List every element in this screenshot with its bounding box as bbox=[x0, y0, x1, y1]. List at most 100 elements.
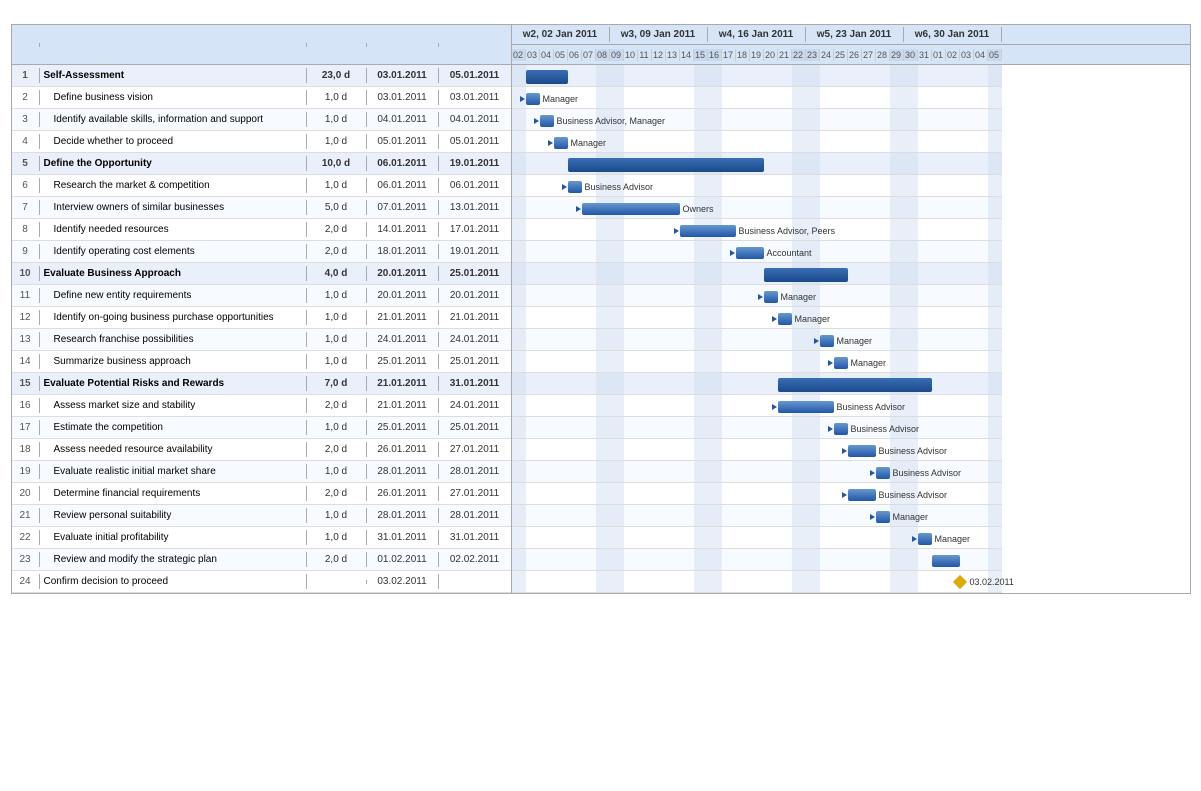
bar-label: Business Advisor, Peers bbox=[739, 226, 836, 236]
gantt-row bbox=[512, 549, 1002, 571]
day-label: 25 bbox=[834, 49, 848, 61]
table-row: 1Self-Assessment23,0 d03.01.201105.01.20… bbox=[12, 65, 511, 87]
task-num: 16 bbox=[12, 398, 40, 413]
table-row: 22Evaluate initial profitability1,0 d31.… bbox=[12, 527, 511, 549]
day-label: 11 bbox=[638, 49, 652, 61]
task-arrow bbox=[912, 536, 917, 542]
weekend-stripe bbox=[988, 131, 1002, 152]
task-bar bbox=[876, 511, 890, 523]
task-name: Decide whether to proceed bbox=[40, 134, 307, 149]
task-name: Review and modify the strategic plan bbox=[40, 552, 307, 567]
task-duration: 10,0 d bbox=[307, 156, 367, 171]
task-start: 05.01.2011 bbox=[367, 134, 439, 149]
weekend-stripe bbox=[708, 549, 722, 570]
task-name: Define new entity requirements bbox=[40, 288, 307, 303]
weekend-stripe bbox=[904, 153, 918, 174]
task-bar bbox=[820, 335, 834, 347]
week-header-row2: 0203040506070809101112131415161718192021… bbox=[512, 45, 1190, 65]
table-row: 10Evaluate Business Approach4,0 d20.01.2… bbox=[12, 263, 511, 285]
day-label: 04 bbox=[540, 49, 554, 61]
task-num: 10 bbox=[12, 266, 40, 281]
task-finish: 27.01.2011 bbox=[439, 486, 511, 501]
weekend-stripe bbox=[596, 461, 610, 482]
weekend-stripe bbox=[610, 263, 624, 284]
task-arrow bbox=[562, 184, 567, 190]
weekend-stripe bbox=[512, 219, 526, 240]
task-num: 11 bbox=[12, 288, 40, 303]
col-header-name bbox=[40, 43, 307, 47]
weekend-stripe bbox=[792, 527, 806, 548]
task-name: Self-Assessment bbox=[40, 68, 307, 83]
weekend-stripe bbox=[512, 109, 526, 130]
task-num: 7 bbox=[12, 200, 40, 215]
task-num: 13 bbox=[12, 332, 40, 347]
weekend-stripe bbox=[792, 197, 806, 218]
bar-label: Business Advisor bbox=[837, 402, 906, 412]
task-finish: 06.01.2011 bbox=[439, 178, 511, 193]
weekend-stripe bbox=[512, 241, 526, 262]
day-label: 18 bbox=[736, 49, 750, 61]
day-label: 02 bbox=[512, 49, 526, 61]
task-arrow bbox=[758, 294, 763, 300]
task-start: 26.01.2011 bbox=[367, 486, 439, 501]
weekend-stripe bbox=[512, 131, 526, 152]
weekend-stripe bbox=[890, 153, 904, 174]
gantt-row: Business Advisor bbox=[512, 483, 1002, 505]
task-duration: 1,0 d bbox=[307, 332, 367, 347]
weekend-stripe bbox=[890, 241, 904, 262]
bar-label: Manager bbox=[781, 292, 817, 302]
weekend-stripe bbox=[694, 571, 708, 592]
weekend-stripe bbox=[988, 153, 1002, 174]
day-label: 31 bbox=[918, 49, 932, 61]
task-num: 3 bbox=[12, 112, 40, 127]
bar-label: Accountant bbox=[767, 248, 812, 258]
task-name: Research franchise possibilities bbox=[40, 332, 307, 347]
weekend-stripe bbox=[512, 395, 526, 416]
weekend-stripe bbox=[792, 153, 806, 174]
weekend-stripe bbox=[694, 65, 708, 86]
weekend-stripe bbox=[988, 461, 1002, 482]
table-row: 12Identify on-going business purchase op… bbox=[12, 307, 511, 329]
weekend-stripe bbox=[596, 483, 610, 504]
weekend-stripe bbox=[694, 417, 708, 438]
task-num: 1 bbox=[12, 68, 40, 83]
weekend-stripe bbox=[792, 109, 806, 130]
weekend-stripe bbox=[988, 373, 1002, 394]
task-name: Interview owners of similar businesses bbox=[40, 200, 307, 215]
week-label: w2, 02 Jan 2011 bbox=[512, 27, 610, 42]
week-label: w4, 16 Jan 2011 bbox=[708, 27, 806, 42]
gantt-rows: ManagerBusiness Advisor, ManagerManagerB… bbox=[512, 65, 1190, 593]
task-start: 01.02.2011 bbox=[367, 552, 439, 567]
milestone-label: 03.02.2011 bbox=[970, 577, 1014, 587]
weekend-stripe bbox=[806, 549, 820, 570]
gantt-row: Manager bbox=[512, 87, 1002, 109]
task-num: 14 bbox=[12, 354, 40, 369]
task-name: Confirm decision to proceed bbox=[40, 574, 307, 589]
task-num: 20 bbox=[12, 486, 40, 501]
weekend-stripe bbox=[512, 549, 526, 570]
weekend-stripe bbox=[512, 329, 526, 350]
weekend-stripe bbox=[610, 219, 624, 240]
task-finish: 02.02.2011 bbox=[439, 552, 511, 567]
task-duration: 2,0 d bbox=[307, 486, 367, 501]
weekend-stripe bbox=[512, 439, 526, 460]
table-row: 3Identify available skills, information … bbox=[12, 109, 511, 131]
task-name: Evaluate initial profitability bbox=[40, 530, 307, 545]
weekend-stripe bbox=[708, 439, 722, 460]
task-num: 8 bbox=[12, 222, 40, 237]
weekend-stripe bbox=[904, 131, 918, 152]
bar-label: Business Advisor bbox=[585, 182, 654, 192]
task-name: Define business vision bbox=[40, 90, 307, 105]
weekend-stripe bbox=[694, 439, 708, 460]
weekend-stripe bbox=[512, 263, 526, 284]
weekend-stripe bbox=[806, 571, 820, 592]
task-start: 20.01.2011 bbox=[367, 266, 439, 281]
gantt-row: Business Advisor bbox=[512, 395, 1002, 417]
task-bar bbox=[932, 555, 960, 567]
weekend-stripe bbox=[708, 395, 722, 416]
weekend-stripe bbox=[792, 439, 806, 460]
task-num: 6 bbox=[12, 178, 40, 193]
bar-label: Owners bbox=[683, 204, 714, 214]
weekend-stripe bbox=[708, 285, 722, 306]
gantt-row: Manager bbox=[512, 505, 1002, 527]
